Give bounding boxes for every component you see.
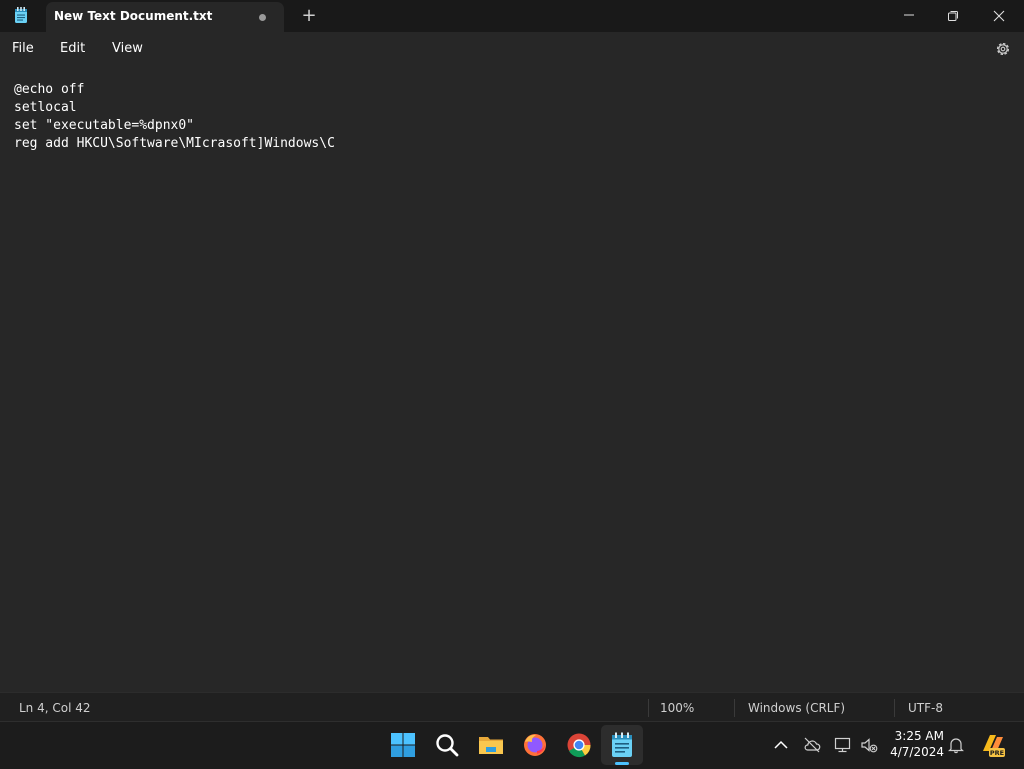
network-icon[interactable] (834, 736, 852, 754)
copilot-pre-icon[interactable]: PRE (980, 731, 1006, 759)
minimize-icon (904, 14, 914, 16)
notepad-icon[interactable] (609, 732, 635, 758)
status-bar: Ln 4, Col 42 100% Windows (CRLF) UTF-8 (0, 692, 1024, 722)
minimize-button[interactable] (886, 0, 932, 32)
copilot-badge-text: PRE (990, 749, 1004, 757)
volume-muted-icon[interactable] (860, 736, 878, 754)
status-divider (734, 699, 735, 717)
menu-bar: File Edit View (0, 32, 1024, 66)
status-divider (648, 699, 649, 717)
status-divider (894, 699, 895, 717)
clock-date: 4/7/2024 (890, 745, 944, 759)
menu-view[interactable]: View (112, 41, 143, 56)
editor-line-4: reg add HKCU\Software\MIcrasoft]Windows\… (14, 136, 335, 151)
unsaved-dot-icon[interactable] (259, 14, 266, 21)
close-button[interactable] (976, 0, 1022, 32)
title-bar: New Text Document.txt + (0, 0, 1024, 32)
close-icon (993, 10, 1005, 22)
restore-icon (948, 11, 958, 21)
start-icon[interactable] (390, 732, 416, 758)
editor-line-3: set "executable=%dpnx0" (14, 118, 195, 133)
tab-title: New Text Document.txt (54, 9, 213, 23)
line-ending-indicator[interactable]: Windows (CRLF) (748, 701, 845, 715)
text-editor[interactable]: @echo off setlocal set "executable=%dpnx… (0, 66, 1024, 692)
chrome-icon[interactable] (566, 732, 592, 758)
search-icon[interactable] (434, 732, 460, 758)
active-app-indicator (615, 762, 629, 765)
tab-document[interactable]: New Text Document.txt (46, 2, 284, 32)
firefox-icon[interactable] (522, 732, 548, 758)
clock[interactable]: 3:25 AM 4/7/2024 (888, 728, 944, 760)
new-tab-button[interactable]: + (298, 6, 320, 26)
editor-line-1: @echo off (14, 82, 85, 97)
menu-edit[interactable]: Edit (60, 41, 85, 56)
encoding-indicator[interactable]: UTF-8 (908, 701, 943, 715)
taskbar: 3:25 AM 4/7/2024 PRE (0, 721, 1024, 769)
zoom-level[interactable]: 100% (660, 701, 694, 715)
file-explorer-icon[interactable] (478, 732, 504, 758)
menu-file[interactable]: File (12, 41, 34, 56)
clock-time: 3:25 AM (894, 729, 944, 743)
restore-button[interactable] (930, 0, 976, 32)
editor-line-2: setlocal (14, 100, 77, 115)
cursor-position: Ln 4, Col 42 (19, 701, 91, 715)
chevron-up-icon[interactable] (772, 736, 790, 754)
gear-icon[interactable] (994, 40, 1012, 58)
notepad-icon (15, 7, 27, 23)
notification-bell-icon[interactable] (947, 736, 965, 754)
cloud-offline-icon[interactable] (803, 736, 821, 754)
